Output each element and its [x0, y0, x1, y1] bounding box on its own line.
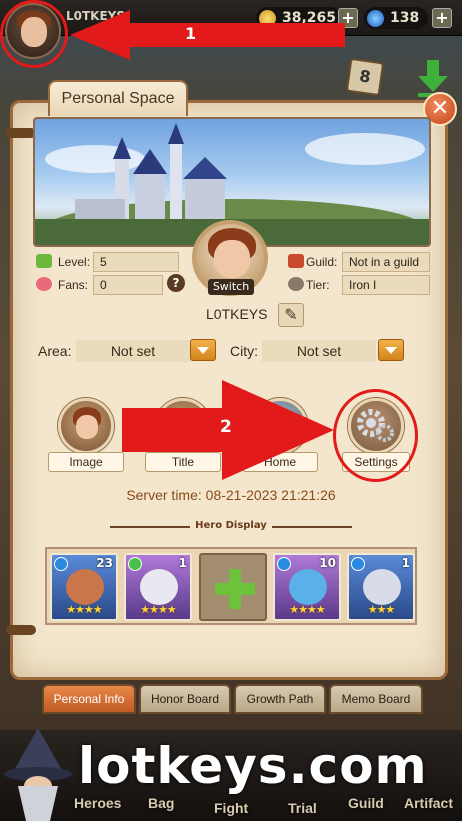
annotation-label-1: 1 — [185, 24, 197, 43]
water-element-icon — [277, 557, 291, 571]
guild-label: Guild: — [306, 255, 338, 269]
hero-display-heading: Hero Display — [195, 520, 267, 531]
level-value: 5 — [93, 252, 179, 272]
nav-trial[interactable]: Trial — [288, 800, 317, 816]
annotation-label-2: 2 — [220, 417, 232, 437]
wind-element-icon — [128, 557, 142, 571]
tier-label: Tier: — [306, 278, 330, 292]
tab-memo-board[interactable]: Memo Board — [329, 684, 423, 714]
hero-slot[interactable]: 1 ★★★ — [347, 553, 415, 621]
watermark-text: lotkeys.com — [78, 737, 428, 795]
hero-level: 23 — [96, 556, 113, 570]
area-dropdown-icon[interactable] — [190, 339, 216, 361]
level-label: Level: — [58, 255, 91, 269]
image-button[interactable] — [58, 398, 114, 454]
water-element-icon — [351, 557, 365, 571]
area-select[interactable]: Not set — [76, 340, 190, 362]
hero-stars: ★★★ — [367, 603, 396, 616]
city-select[interactable]: Not set — [262, 340, 376, 362]
fans-help-icon[interactable]: ? — [167, 274, 185, 292]
nav-guild[interactable]: Guild — [348, 795, 384, 811]
highlight-circle-settings — [333, 389, 418, 482]
heart-icon — [36, 277, 52, 291]
level-icon — [36, 254, 52, 268]
tab-growth-path[interactable]: Growth Path — [234, 684, 326, 714]
switch-portrait-button[interactable]: Switch — [208, 279, 254, 295]
area-label: Area: — [38, 343, 72, 359]
server-time: Server time: 08-21-2023 21:21:26 — [126, 487, 336, 503]
city-dropdown-icon[interactable] — [378, 339, 404, 361]
hero-slot[interactable]: 10 ★★★★ — [273, 553, 341, 621]
tier-value: Iron I — [342, 275, 430, 295]
fans-label: Fans: — [58, 278, 89, 292]
panel-title-tab: Personal Space — [48, 80, 188, 116]
wizard-logo-icon — [4, 728, 72, 821]
gem-icon — [367, 10, 384, 27]
panel-hook — [6, 625, 36, 635]
tier-icon — [288, 277, 304, 291]
panel-hook — [6, 128, 36, 138]
gem-counter: 138 — [364, 7, 428, 29]
hero-level: 1 — [401, 556, 410, 570]
tab-personal-info[interactable]: Personal Info — [42, 684, 136, 714]
hero-face — [289, 569, 327, 605]
divider-right — [272, 526, 352, 528]
image-button-label[interactable]: Image — [48, 452, 124, 472]
hero-stars: ★★★★ — [66, 603, 102, 616]
fans-value: 0 — [93, 275, 163, 295]
nav-heroes[interactable]: Heroes — [74, 795, 121, 811]
city-label: City: — [230, 343, 258, 359]
hero-level: 1 — [178, 556, 187, 570]
hero-face — [66, 569, 104, 605]
hero-stars: ★★★★ — [140, 603, 176, 616]
highlight-circle-avatar — [0, 0, 68, 68]
guild-icon — [288, 254, 304, 268]
hero-level: 10 — [319, 556, 336, 570]
hero-display: 23 ★★★★ 1 ★★★★ 10 ★★★★ 1 ★★★ — [45, 547, 417, 625]
portrait-face — [214, 240, 250, 278]
add-gems-button[interactable]: + — [432, 8, 452, 28]
edit-name-icon[interactable]: ✎ — [278, 303, 304, 327]
hero-slot[interactable]: 1 ★★★★ — [124, 553, 192, 621]
nav-fight[interactable]: Fight — [214, 800, 248, 816]
water-element-icon — [54, 557, 68, 571]
nav-artifact[interactable]: Artifact — [404, 795, 453, 811]
calendar-icon[interactable]: 8 — [345, 57, 385, 97]
nav-bag[interactable]: Bag — [148, 795, 174, 811]
username: L0TKEYS — [206, 306, 268, 322]
hero-slot[interactable]: 23 ★★★★ — [50, 553, 118, 621]
annotation-arrow-1 — [70, 10, 345, 60]
add-hero-button[interactable] — [199, 553, 267, 621]
hero-face — [363, 569, 401, 605]
tab-honor-board[interactable]: Honor Board — [139, 684, 231, 714]
hero-stars: ★★★★ — [289, 603, 325, 616]
gem-value: 138 — [390, 10, 420, 26]
hero-face — [140, 569, 178, 605]
guild-value: Not in a guild — [342, 252, 430, 272]
